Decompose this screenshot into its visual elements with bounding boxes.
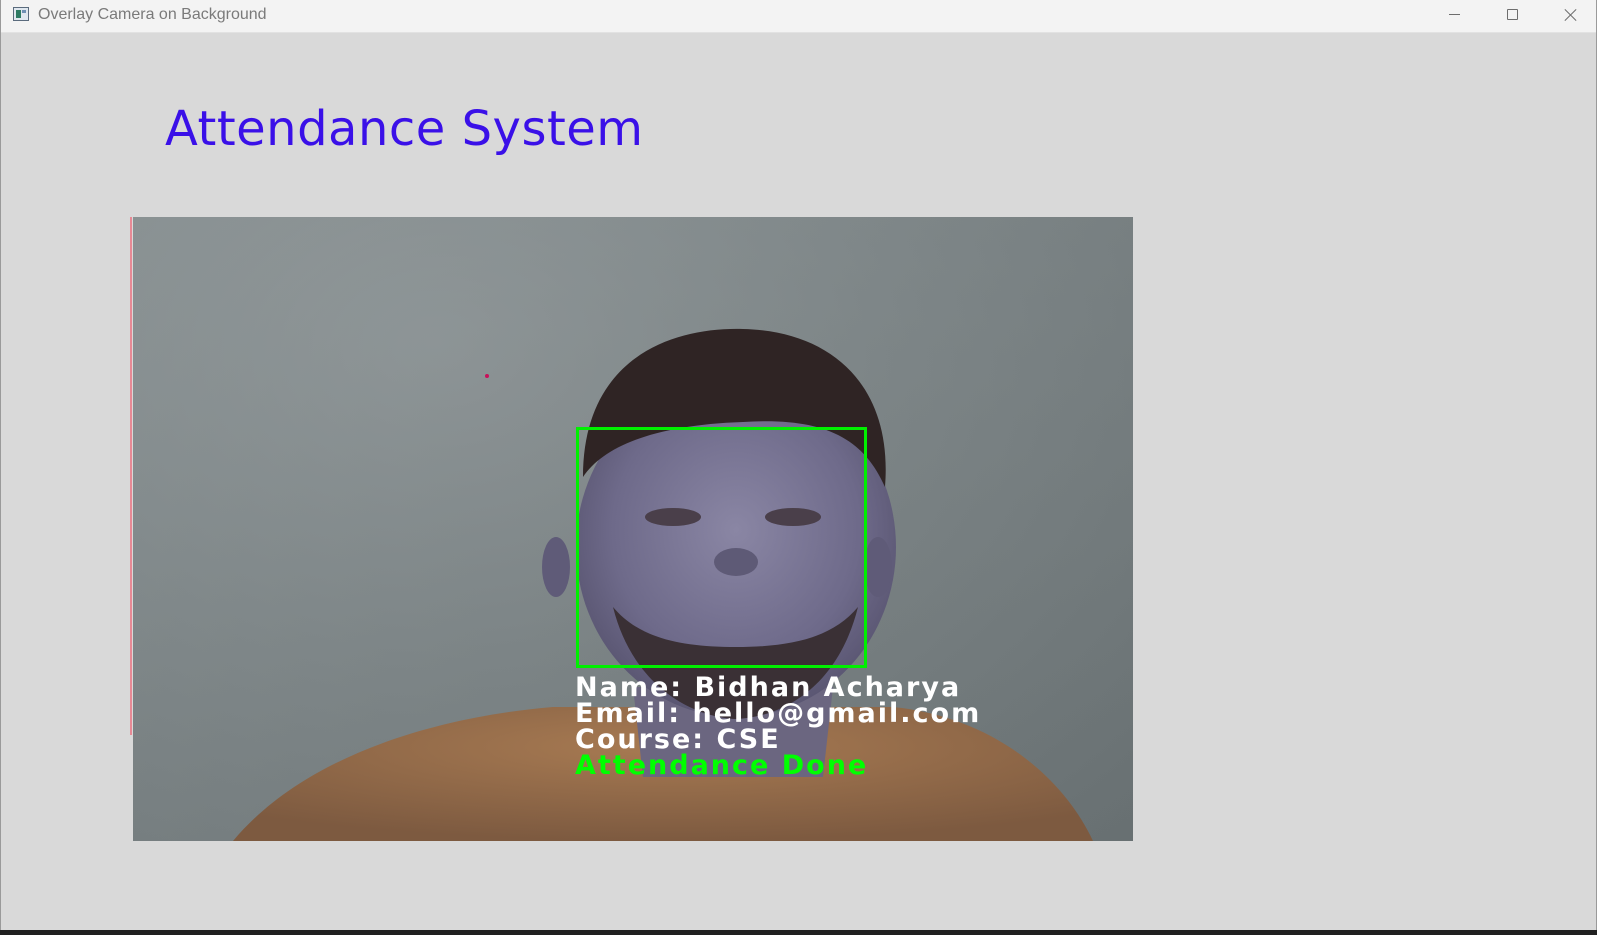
face-detection-box [576,427,867,668]
maximize-icon [1507,9,1518,20]
minimize-icon [1449,14,1460,15]
window-content: Attendance System Name: Bidhan Acharya E… [1,33,1596,935]
left-ear [542,537,570,597]
page-title: Attendance System [165,101,644,157]
camera-feed: Name: Bidhan Acharya Email: hello@gmail.… [133,217,1133,841]
close-button[interactable] [1542,0,1597,32]
frame-edge-line [130,217,132,735]
red-dot [485,374,489,378]
attendance-status: Attendance Done [575,750,869,781]
close-icon [1564,8,1578,22]
app-window: Overlay Camera on Background Attendance … [0,0,1597,935]
maximize-button[interactable] [1484,0,1542,32]
app-window-icon [13,7,29,21]
title-bar[interactable]: Overlay Camera on Background [1,0,1596,33]
minimize-button[interactable] [1426,0,1484,32]
window-title: Overlay Camera on Background [38,6,267,23]
right-ear [864,537,892,597]
taskbar-edge [0,930,1597,935]
